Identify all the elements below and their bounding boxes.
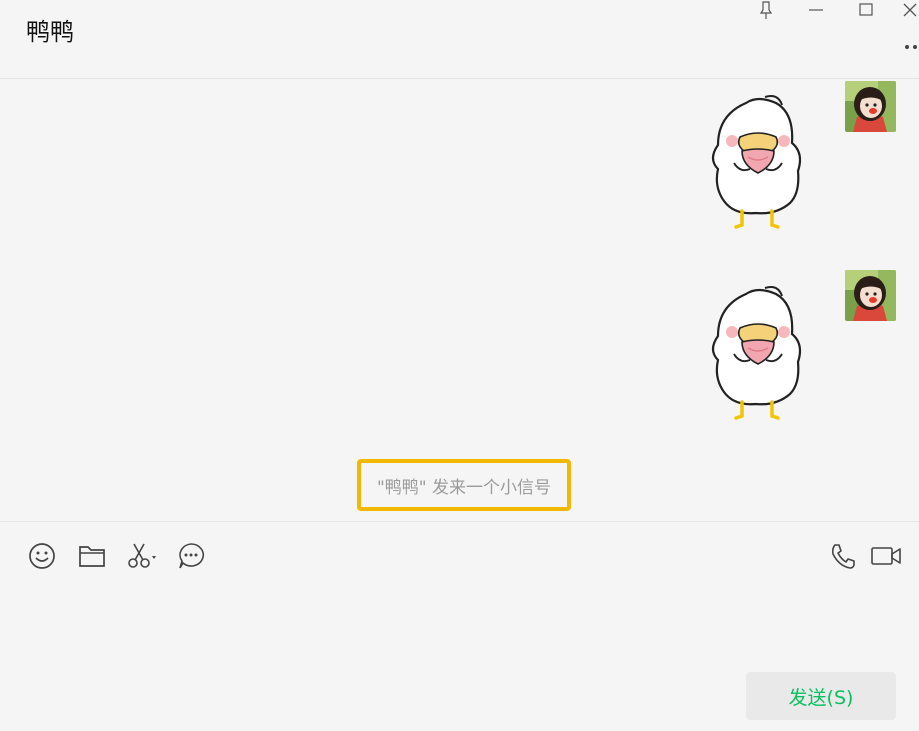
- message-list[interactable]: [0, 79, 919, 521]
- close-button[interactable]: [902, 0, 919, 20]
- emoji-button[interactable]: [27, 541, 57, 571]
- scissors-icon: [126, 542, 158, 570]
- system-notice-text: "鸭鸭" 发来一个小信号: [376, 477, 552, 498]
- more-icon: [901, 38, 919, 57]
- chat-history-button[interactable]: [176, 541, 206, 571]
- minimize-icon: [808, 2, 824, 18]
- video-call-button[interactable]: [870, 541, 902, 571]
- folder-icon: [78, 544, 106, 568]
- more-button[interactable]: [901, 38, 919, 50]
- close-icon: [902, 2, 918, 18]
- sticker-image[interactable]: [708, 93, 808, 233]
- chat-title: 鸭鸭: [26, 18, 74, 46]
- user-avatar[interactable]: [845, 270, 896, 321]
- send-button[interactable]: 发送(S): [746, 672, 896, 720]
- chat-header: 鸭鸭: [0, 0, 919, 79]
- system-notice: "鸭鸭" 发来一个小信号: [357, 459, 571, 511]
- maximize-icon: [858, 2, 874, 18]
- emoji-icon: [28, 542, 56, 570]
- maximize-button[interactable]: [852, 0, 880, 20]
- screenshot-button[interactable]: [126, 541, 158, 571]
- sticker-image[interactable]: [708, 284, 808, 424]
- video-icon: [870, 545, 902, 567]
- pin-icon: [758, 1, 774, 19]
- pin-button[interactable]: [752, 0, 780, 20]
- chat-bubble-icon: [177, 542, 205, 570]
- phone-icon: [829, 542, 857, 570]
- message-input[interactable]: [20, 584, 894, 668]
- input-area: 发送(S): [0, 521, 919, 731]
- voice-call-button[interactable]: [828, 541, 858, 571]
- user-avatar[interactable]: [845, 81, 896, 132]
- send-file-button[interactable]: [77, 541, 107, 571]
- minimize-button[interactable]: [802, 0, 830, 20]
- chat-window: 鸭鸭 "鸭鸭" 发来一个小信号 发送(S): [0, 0, 919, 731]
